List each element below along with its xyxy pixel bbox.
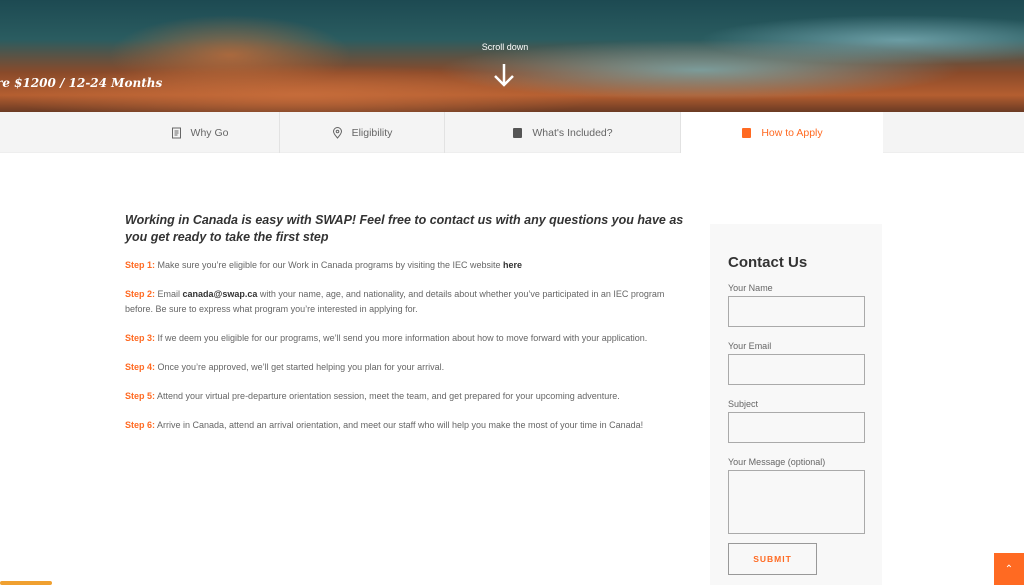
subject-label: Subject [728, 399, 759, 409]
email-label: Your Email [728, 341, 772, 351]
scroll-down-label[interactable]: Scroll down [470, 42, 540, 52]
how-to-apply-content: Working in Canada is easy with SWAP! Fee… [125, 212, 685, 447]
map-pin-icon [332, 126, 342, 139]
step-4: Step 4: Once you’re approved, we’ll get … [125, 362, 445, 372]
step-1: Step 1: Make sure you’re eligible for ou… [125, 260, 523, 270]
tab-eligibility[interactable]: Eligibility [280, 112, 445, 153]
scroll-to-top-button[interactable]: ⌃ [994, 553, 1024, 585]
section-tabs: Why Go Eligibility What's Included? How … [0, 112, 1024, 153]
bottom-left-tab[interactable] [0, 581, 52, 585]
hero-banner: re $1200 / 12-24 Months Scroll down [0, 0, 1024, 112]
tab-label: What's Included? [532, 126, 613, 139]
book-icon [742, 127, 752, 138]
tab-how-to-apply[interactable]: How to Apply [681, 112, 883, 153]
tab-label: How to Apply [761, 126, 823, 139]
contact-title: Contact Us [728, 254, 808, 271]
document-icon [171, 127, 181, 138]
hero-tagline: re $1200 / 12-24 Months [0, 76, 163, 90]
arrow-down-icon[interactable] [492, 62, 516, 88]
step-5: Step 5: Attend your virtual pre-departur… [125, 391, 620, 401]
step-2: Step 2: Email canada@swap.ca with your n… [125, 289, 665, 314]
lead-heading: Working in Canada is easy with SWAP! Fee… [125, 213, 684, 244]
book-icon [513, 127, 523, 138]
name-label: Your Name [728, 283, 773, 293]
subject-input[interactable] [728, 412, 865, 443]
tab-whats-included[interactable]: What's Included? [445, 112, 681, 153]
email-link[interactable]: canada@swap.ca [183, 289, 258, 299]
tab-why-go[interactable]: Why Go [120, 112, 280, 153]
submit-button[interactable]: SUBMIT [728, 543, 817, 575]
message-textarea[interactable] [728, 470, 865, 534]
message-label: Your Message (optional) [728, 457, 826, 467]
name-input[interactable] [728, 296, 865, 327]
contact-form: Contact Us Your Name Your Email Subject … [710, 224, 882, 585]
iec-website-link[interactable]: here [503, 260, 522, 270]
email-input[interactable] [728, 354, 865, 385]
tab-label: Eligibility [351, 126, 393, 139]
step-6: Step 6: Arrive in Canada, attend an arri… [125, 420, 644, 430]
tab-label: Why Go [190, 126, 229, 139]
step-3: Step 3: If we deem you eligible for our … [125, 333, 648, 343]
chevron-up-icon: ⌃ [1004, 563, 1014, 575]
